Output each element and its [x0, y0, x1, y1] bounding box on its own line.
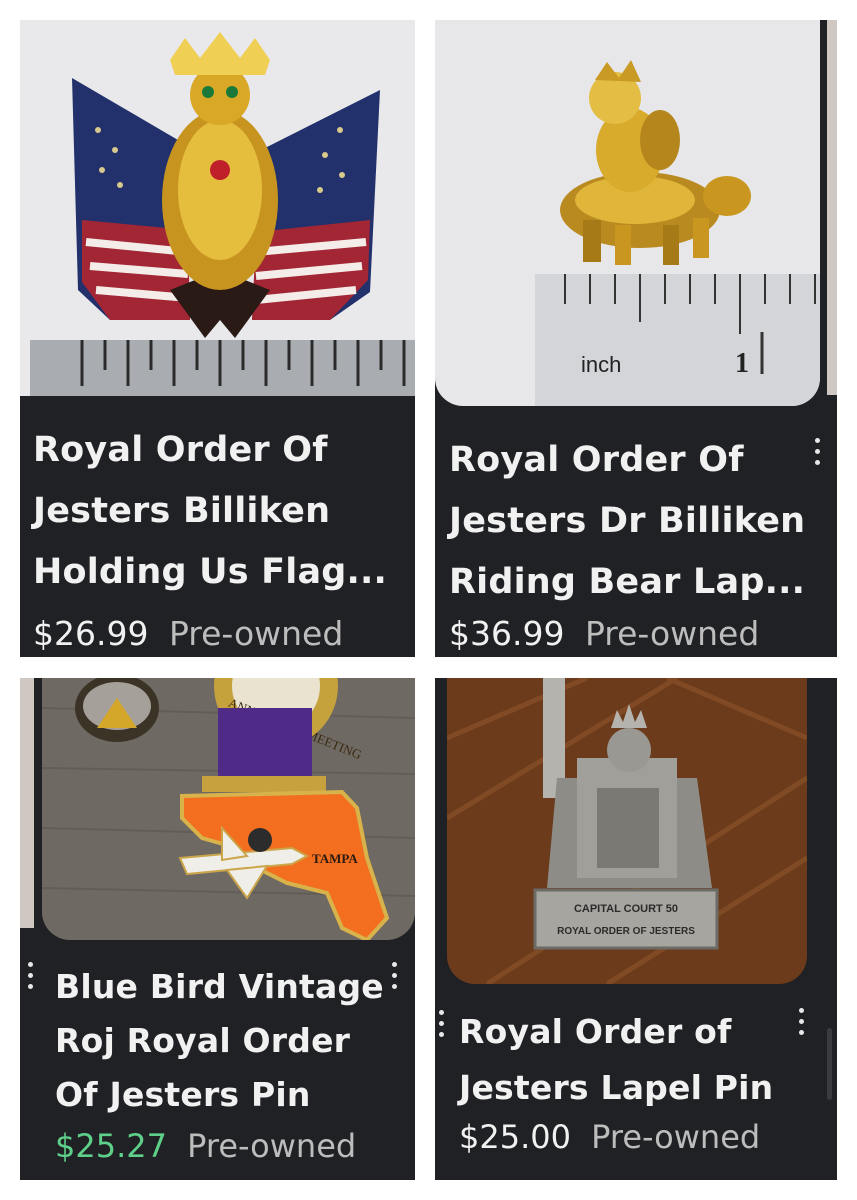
more-vert-icon[interactable] [797, 1008, 805, 1042]
listing-title-4-line-1: Royal Order of [459, 1012, 732, 1051]
listing-photo-3[interactable]: ANNUAL ROJ MEETING TAMPA [42, 678, 415, 940]
listing-photo-1[interactable] [20, 20, 415, 396]
listing-price-row-1: $26.99 Pre-owned [33, 614, 343, 653]
listing-title-3-line-3: Of Jesters Pin [55, 1075, 311, 1114]
listing-title-1[interactable]: Royal Order Of Jesters Billiken Holding … [33, 420, 387, 603]
listing-condition-1: Pre-owned [168, 614, 344, 653]
listing-card-2[interactable]: inch 1 Royal Order Of Jesters Dr Billike… [435, 20, 837, 657]
ruler-unit-label: inch [581, 352, 621, 377]
listing-price-2: $36.99 [449, 614, 565, 653]
listing-title-2[interactable]: Royal Order Of Jesters Dr Billiken Ridin… [449, 430, 805, 613]
listing-card-3[interactable]: ANNUAL ROJ MEETING TAMPA Blue Bird Vinta… [20, 678, 415, 1180]
more-vert-icon[interactable] [437, 1010, 445, 1044]
listing-title-3[interactable]: Blue Bird Vintage Roj Royal Order Of Jes… [55, 960, 384, 1122]
tampa-florida-pin-image: ANNUAL ROJ MEETING TAMPA [42, 678, 415, 940]
listing-price-3: $25.27 [55, 1127, 167, 1165]
next-image-peek [827, 20, 837, 395]
more-vert-icon[interactable] [813, 438, 821, 472]
listing-price-1: $26.99 [33, 614, 149, 653]
ruler-number-label: 1 [735, 348, 749, 379]
listing-title-4[interactable]: Royal Order of Jesters Lapel Pin [459, 1004, 773, 1116]
listing-condition-4: Pre-owned [591, 1118, 761, 1156]
listing-card-1[interactable]: Royal Order Of Jesters Billiken Holding … [20, 20, 415, 657]
listing-photo-4[interactable]: CAPITAL COURT 50 ROYAL ORDER OF JESTERS [447, 678, 807, 984]
listing-title-2-line-3: Riding Bear Lap... [449, 562, 806, 602]
more-vert-icon[interactable] [390, 962, 398, 996]
previous-image-peek [20, 678, 34, 928]
plaque-line-1: CAPITAL COURT 50 [574, 903, 678, 915]
listing-photo-2[interactable]: inch 1 [435, 20, 820, 406]
ruler-image-2: inch 1 [535, 274, 820, 406]
listing-price-4: $25.00 [459, 1118, 571, 1156]
map-label-text: TAMPA [312, 851, 358, 866]
listing-price-row-2: $36.99 Pre-owned [449, 614, 759, 653]
listing-card-4[interactable]: CAPITAL COURT 50 ROYAL ORDER OF JESTERS … [435, 678, 837, 1180]
ruler-image [30, 340, 415, 396]
listing-price-row-3: $25.27 Pre-owned [55, 1127, 356, 1165]
listing-title-2-line-1: Royal Order Of [449, 440, 744, 480]
listing-title-1-line-2: Jesters Billiken [33, 491, 331, 531]
plaque-line-2: ROYAL ORDER OF JESTERS [557, 926, 695, 937]
listing-title-3-line-2: Roj Royal Order [55, 1021, 351, 1060]
capital-court-pin-image: CAPITAL COURT 50 ROYAL ORDER OF JESTERS [447, 678, 807, 984]
listing-price-row-4: $25.00 Pre-owned [459, 1118, 760, 1156]
listing-condition-2: Pre-owned [584, 614, 760, 653]
listing-title-1-line-3: Holding Us Flag... [33, 552, 388, 592]
listing-title-2-line-2: Jesters Dr Billiken [449, 501, 806, 541]
more-vert-icon[interactable] [26, 962, 34, 996]
listing-title-1-line-1: Royal Order Of [33, 430, 328, 470]
listing-condition-3: Pre-owned [187, 1127, 357, 1165]
scrollbar[interactable] [827, 1028, 832, 1100]
listing-title-4-line-2: Jesters Lapel Pin [459, 1068, 774, 1107]
listing-title-3-line-1: Blue Bird Vintage [55, 967, 384, 1006]
